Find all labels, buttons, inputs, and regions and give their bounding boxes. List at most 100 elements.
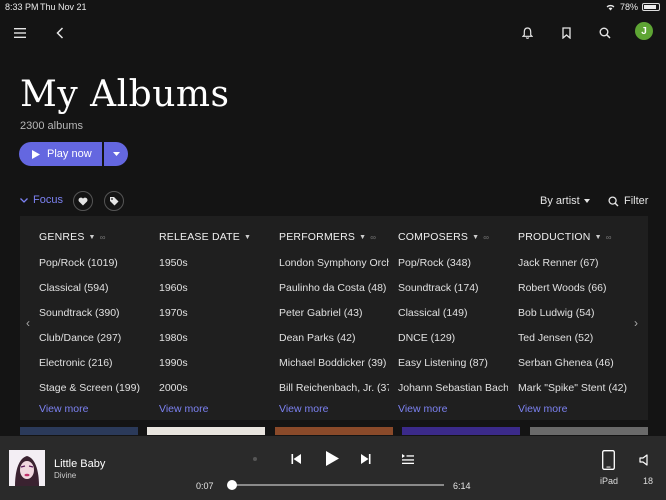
list-item[interactable]: Dean Parks (42) — [279, 332, 389, 344]
tag-filter-button[interactable] — [104, 191, 124, 211]
device-label: iPad — [600, 476, 619, 486]
list-item[interactable]: 1960s — [159, 282, 269, 294]
filter-button[interactable]: Filter — [608, 195, 648, 207]
wifi-icon — [606, 4, 615, 11]
progress-knob[interactable] — [227, 480, 238, 490]
list-item[interactable]: Johann Sebastian Bach — [398, 382, 508, 394]
scroll-left-icon[interactable]: ‹ — [26, 316, 30, 330]
list-item[interactable]: Jack Renner (67) — [518, 257, 628, 269]
list-item[interactable]: 1980s — [159, 332, 269, 344]
track-title[interactable]: Little Baby — [54, 458, 105, 470]
album-thumbnail[interactable] — [20, 427, 138, 435]
list-item[interactable]: Bob Ludwig (54) — [518, 307, 628, 319]
battery-icon — [642, 3, 660, 11]
list-item[interactable]: Soundtrack (174) — [398, 282, 508, 294]
album-thumbnail[interactable] — [275, 427, 393, 435]
next-icon[interactable] — [359, 452, 373, 466]
column-header-label: PERFORMERS — [279, 231, 356, 243]
list-item[interactable]: Ted Jensen (52) — [518, 332, 628, 344]
list-item[interactable]: Peter Gabriel (43) — [279, 307, 389, 319]
total-time: 6:14 — [453, 481, 471, 491]
link-icon: ∞ — [370, 232, 377, 242]
list-item[interactable]: Robert Woods (66) — [518, 282, 628, 294]
play-options-dropdown[interactable] — [104, 142, 128, 166]
list-item[interactable]: Bill Reichenbach, Jr. (37 — [279, 382, 389, 394]
column-header[interactable]: PRODUCTION ▼ ∞ — [518, 231, 612, 243]
battery-percent: 78% — [619, 2, 638, 12]
chevron-down-icon — [583, 199, 590, 203]
column-header-label: COMPOSERS — [398, 231, 469, 243]
tablet-icon[interactable] — [599, 448, 617, 472]
view-more-link[interactable]: View more — [518, 403, 567, 415]
list-item[interactable]: Michael Boddicker (39) — [279, 357, 389, 369]
list-item[interactable]: Pop/Rock (1019) — [39, 257, 149, 269]
queue-icon[interactable] — [401, 452, 415, 466]
album-count: 2300 albums — [20, 120, 83, 132]
album-grid — [20, 427, 648, 435]
list-item[interactable]: Serban Ghenea (46) — [518, 357, 628, 369]
list-item[interactable]: 1950s — [159, 257, 269, 269]
album-cover[interactable] — [9, 450, 45, 486]
list-item[interactable]: DNCE (129) — [398, 332, 508, 344]
column-header-label: GENRES — [39, 231, 85, 243]
album-thumbnail[interactable] — [530, 427, 648, 435]
tag-icon — [110, 197, 119, 206]
link-icon: ∞ — [483, 232, 490, 242]
chevron-down-icon — [20, 197, 28, 203]
view-more-link[interactable]: View more — [279, 403, 328, 415]
album-thumbnail[interactable] — [147, 427, 265, 435]
list-item[interactable]: Stage & Screen (199) — [39, 382, 149, 394]
volume-level: 18 — [643, 476, 654, 486]
elapsed-time: 0:07 — [196, 481, 214, 491]
bookmark-icon[interactable] — [554, 21, 578, 45]
search-icon[interactable] — [593, 21, 617, 45]
view-more-link[interactable]: View more — [159, 403, 208, 415]
chevron-down-icon — [112, 152, 120, 156]
column-header-label: PRODUCTION — [518, 231, 591, 243]
previous-icon[interactable] — [289, 452, 303, 466]
list-item[interactable]: Club/Dance (297) — [39, 332, 149, 344]
avatar[interactable]: J — [635, 22, 653, 40]
sort-dropdown[interactable]: By artist — [540, 195, 590, 207]
link-icon: ∞ — [99, 232, 106, 242]
list-item[interactable]: Classical (149) — [398, 307, 508, 319]
view-more-link[interactable]: View more — [398, 403, 447, 415]
status-bar: 8:33 PM Thu Nov 21 78% — [0, 0, 666, 14]
list-item[interactable]: Soundtrack (390) — [39, 307, 149, 319]
column-header[interactable]: COMPOSERS ▼ ∞ — [398, 231, 489, 243]
column-header[interactable]: GENRES ▼ ∞ — [39, 231, 106, 243]
status-dot — [252, 456, 258, 462]
list-item[interactable]: Paulinho da Costa (48) — [279, 282, 389, 294]
list-item[interactable]: Mark "Spike" Stent (42) — [518, 382, 628, 394]
column-header-label: RELEASE DATE — [159, 231, 240, 243]
list-item[interactable]: 2000s — [159, 382, 269, 394]
caret-down-icon: ▼ — [359, 233, 367, 241]
play-icon[interactable] — [323, 449, 341, 467]
list-item[interactable]: 1970s — [159, 307, 269, 319]
bell-icon[interactable] — [515, 21, 539, 45]
list-item[interactable]: Easy Listening (87) — [398, 357, 508, 369]
view-more-link[interactable]: View more — [39, 403, 88, 415]
list-item[interactable]: Classical (594) — [39, 282, 149, 294]
list-item[interactable]: Pop/Rock (348) — [398, 257, 508, 269]
column-header[interactable]: RELEASE DATE ▼ — [159, 231, 251, 243]
speaker-icon[interactable] — [636, 452, 652, 468]
status-right: 78% — [605, 2, 660, 12]
progress-bar[interactable] — [228, 484, 444, 486]
sort-label: By artist — [540, 195, 580, 207]
menu-icon[interactable] — [8, 21, 32, 45]
column-header[interactable]: PERFORMERS ▼ ∞ — [279, 231, 376, 243]
list-item[interactable]: 1990s — [159, 357, 269, 369]
track-artist[interactable]: Divine — [54, 471, 76, 480]
list-item[interactable]: London Symphony Orch — [279, 257, 389, 269]
back-icon[interactable] — [48, 21, 72, 45]
list-item[interactable]: Electronic (216) — [39, 357, 149, 369]
album-thumbnail[interactable] — [402, 427, 520, 435]
favorites-filter-button[interactable] — [73, 191, 93, 211]
heart-icon — [78, 197, 88, 205]
browse-panel: ‹ › GENRES ▼ ∞ Pop/Rock (1019) Classical… — [20, 216, 648, 420]
focus-toggle[interactable]: Focus — [20, 194, 63, 206]
scroll-right-icon[interactable]: › — [634, 316, 638, 330]
play-now-label: Play now — [47, 148, 92, 160]
play-now-button[interactable]: Play now — [19, 142, 102, 166]
